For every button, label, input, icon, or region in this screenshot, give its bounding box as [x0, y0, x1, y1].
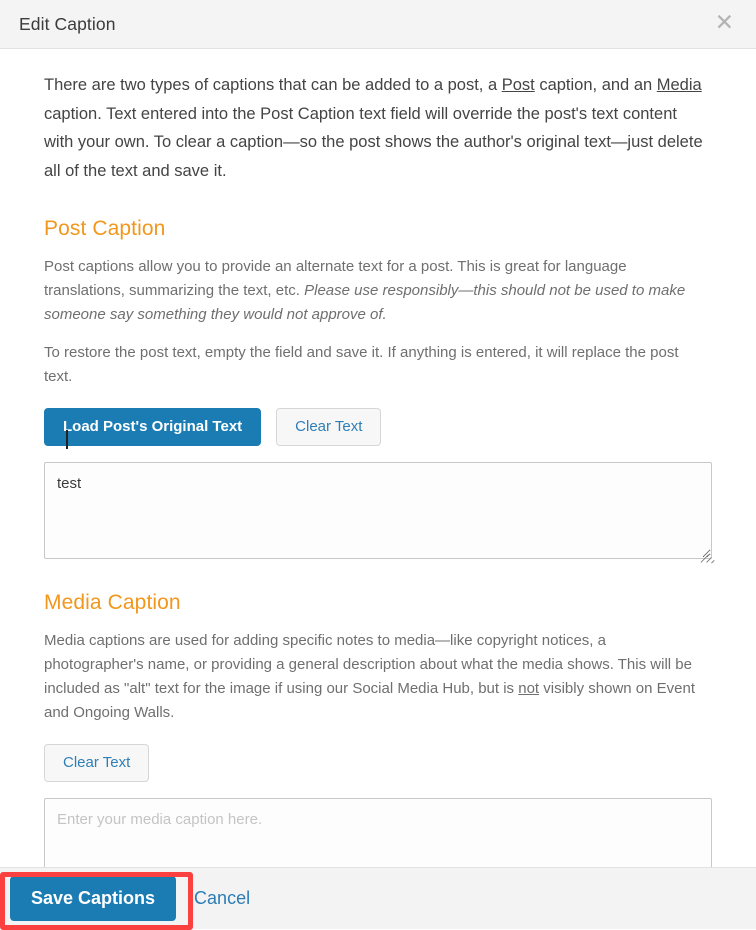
post-caption-textarea[interactable]: [44, 462, 712, 559]
media-caption-heading: Media Caption: [44, 591, 181, 614]
media-caption-description-emphasis: not: [518, 680, 540, 697]
post-caption-inline-link: Post: [501, 76, 535, 94]
close-icon[interactable]: ✕: [711, 9, 738, 40]
post-caption-clear-text-button[interactable]: Clear Text: [276, 408, 382, 446]
media-caption-button-row: Clear Text: [44, 744, 716, 782]
post-caption-description: Post captions allow you to provide an al…: [44, 255, 704, 327]
post-caption-button-row: Load Post's Original Text Clear Text: [44, 408, 716, 446]
modal-header: Edit Caption ✕: [0, 0, 756, 49]
media-caption-description: Media captions are used for adding speci…: [44, 629, 704, 725]
cancel-button[interactable]: Cancel: [194, 888, 250, 909]
intro-text-part-2: caption, and an: [534, 76, 657, 94]
post-caption-heading: Post Caption: [44, 217, 166, 240]
text-caret: [66, 430, 68, 449]
page-title: Edit Caption: [19, 13, 116, 34]
load-original-text-button[interactable]: Load Post's Original Text: [44, 408, 262, 446]
intro-text-part-1: There are two types of captions that can…: [44, 76, 502, 94]
media-caption-inline-link: Media: [656, 76, 702, 94]
media-caption-clear-text-button[interactable]: Clear Text: [44, 744, 150, 782]
post-caption-textarea-wrap: [44, 462, 715, 564]
modal-footer: Save Captions Cancel: [0, 867, 756, 929]
post-caption-restore-note: To restore the post text, empty the fiel…: [44, 344, 679, 385]
modal-body: There are two types of captions that can…: [0, 49, 756, 905]
intro-paragraph: There are two types of captions that can…: [44, 71, 706, 185]
intro-text-part-3: caption. Text entered into the Post Capt…: [44, 104, 703, 180]
save-captions-button[interactable]: Save Captions: [10, 876, 177, 921]
